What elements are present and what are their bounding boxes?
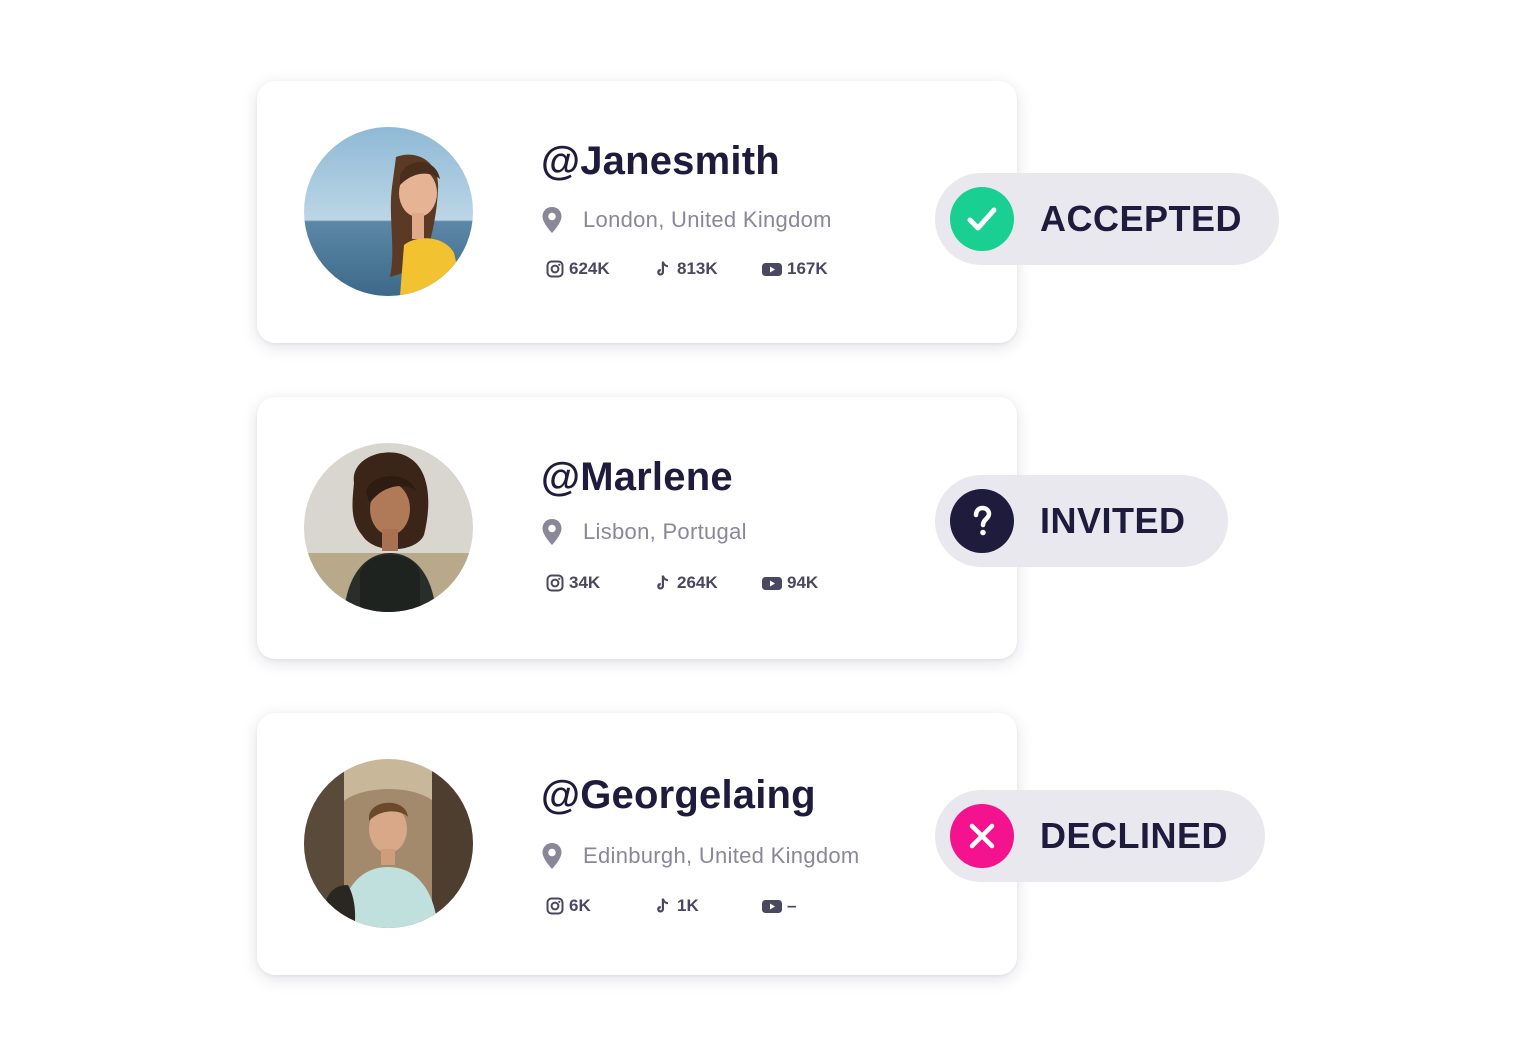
tiktok-stat: 264K (653, 572, 718, 594)
youtube-icon (762, 577, 782, 590)
location-text: Edinburgh, United Kingdom (583, 843, 860, 868)
instagram-icon (546, 897, 564, 915)
influencer-handle[interactable]: @Georgelaing (541, 773, 816, 818)
influencer-card[interactable]: @Georgelaing Edinburgh, United Kingdom 6… (257, 713, 1017, 975)
influencer-row-janesmith: @Janesmith London, United Kingdom 624K 8… (0, 81, 1536, 343)
tiktok-count: 264K (677, 573, 718, 592)
status-label: INVITED (1040, 500, 1186, 541)
tiktok-count: 1K (677, 896, 699, 915)
status-icon-circle (950, 187, 1014, 251)
location-pin-icon (542, 519, 562, 545)
instagram-stat: 624K (545, 258, 610, 280)
location: London, United Kingdom (541, 205, 832, 235)
tiktok-count: 813K (677, 259, 718, 278)
instagram-icon (546, 574, 564, 592)
avatar (304, 759, 473, 928)
youtube-icon (762, 263, 782, 276)
youtube-stat: – (761, 895, 796, 917)
tiktok-stat: 813K (653, 258, 718, 280)
instagram-count: 34K (569, 573, 601, 592)
location-pin-icon (542, 207, 562, 233)
question-icon (973, 505, 992, 536)
location-pin-icon (542, 843, 562, 869)
tiktok-icon (657, 575, 668, 590)
avatar (304, 443, 473, 612)
influencer-handle[interactable]: @Marlene (541, 455, 733, 500)
status-label: ACCEPTED (1040, 198, 1243, 239)
influencer-row-marlene: @Marlene Lisbon, Portugal 34K 264K 94K I… (0, 397, 1536, 659)
social-stats: 624K 813K 167K (541, 258, 921, 280)
status-badge[interactable]: INVITED (935, 475, 1228, 567)
status-icon-circle (950, 804, 1014, 868)
influencer-card[interactable]: @Janesmith London, United Kingdom 624K 8… (257, 81, 1017, 343)
tiktok-icon (657, 261, 668, 276)
instagram-stat: 34K (545, 572, 600, 594)
youtube-stat: 94K (761, 572, 818, 594)
status-label: DECLINED (1040, 815, 1229, 856)
instagram-icon (546, 260, 564, 278)
location: Edinburgh, United Kingdom (541, 841, 860, 871)
youtube-count: – (787, 896, 797, 915)
youtube-count: 167K (787, 259, 828, 278)
location-text: London, United Kingdom (583, 207, 832, 232)
instagram-stat: 6K (545, 895, 591, 917)
location: Lisbon, Portugal (541, 517, 747, 547)
instagram-count: 6K (569, 896, 591, 915)
location-text: Lisbon, Portugal (583, 519, 747, 544)
check-icon (967, 207, 997, 231)
social-stats: 34K 264K 94K (541, 572, 921, 594)
influencer-row-georgelaing: @Georgelaing Edinburgh, United Kingdom 6… (0, 713, 1536, 975)
status-badge[interactable]: ACCEPTED (935, 173, 1279, 265)
tiktok-stat: 1K (653, 895, 699, 917)
youtube-icon (762, 900, 782, 913)
tiktok-icon (657, 898, 668, 913)
instagram-count: 624K (569, 259, 610, 278)
influencer-handle[interactable]: @Janesmith (541, 139, 780, 184)
youtube-stat: 167K (761, 258, 828, 280)
close-icon (969, 823, 995, 849)
status-icon-circle (950, 489, 1014, 553)
social-stats: 6K 1K – (541, 895, 921, 917)
youtube-count: 94K (787, 573, 819, 592)
influencer-card[interactable]: @Marlene Lisbon, Portugal 34K 264K 94K (257, 397, 1017, 659)
status-badge[interactable]: DECLINED (935, 790, 1265, 882)
avatar (304, 127, 473, 296)
